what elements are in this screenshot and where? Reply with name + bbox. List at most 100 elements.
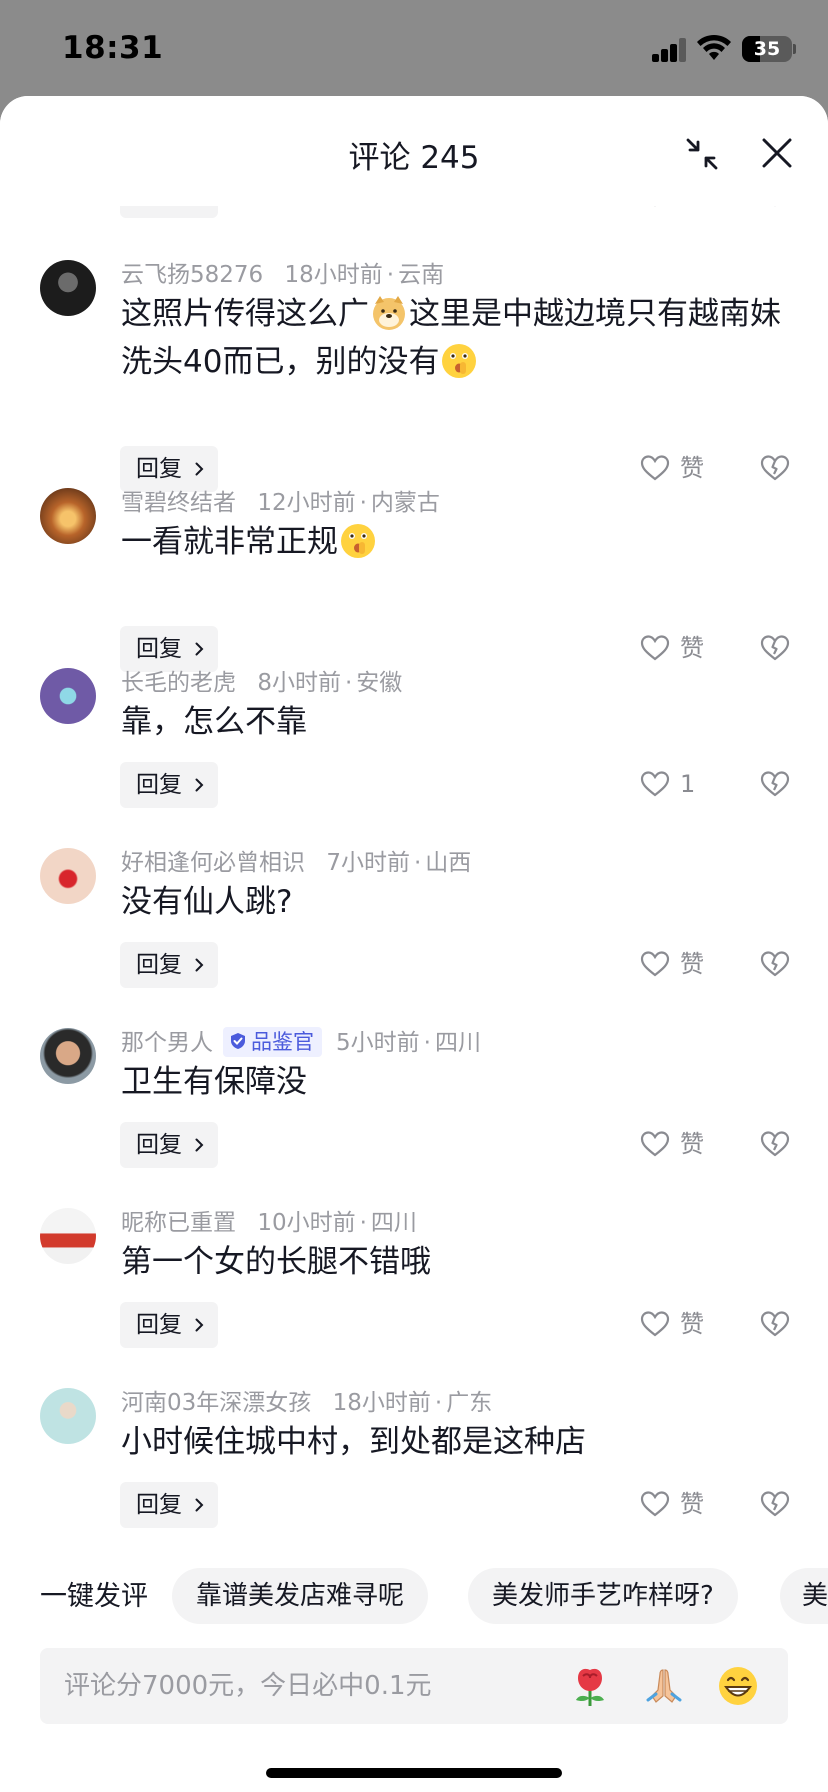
heart-icon	[640, 455, 670, 481]
comment-meta: 河南03年深漂女孩 18小时前 · 广东	[121, 1390, 493, 1416]
broken-heart-icon[interactable]	[760, 1490, 790, 1518]
broken-heart-icon[interactable]	[760, 634, 790, 662]
like-count: 赞	[680, 1130, 704, 1158]
heart-icon	[640, 1311, 670, 1337]
comment-input[interactable]: 评论分7000元，今日必中0.1元	[40, 1648, 788, 1724]
broken-heart-icon[interactable]	[760, 1310, 790, 1338]
username[interactable]: 雪碧终结者	[121, 490, 236, 516]
like-count: 1	[680, 770, 696, 798]
comment-text: 靠，怎么不靠	[121, 704, 307, 740]
home-indicator[interactable]	[266, 1768, 562, 1778]
comment-meta: 昵称已重置 10小时前 · 四川	[121, 1210, 417, 1236]
comment-time: 7小时前	[326, 850, 410, 876]
heart-icon	[640, 771, 670, 797]
sheet-header: 评论 245	[0, 96, 828, 206]
verified-badge: 品鉴官	[223, 1026, 322, 1057]
comment-meta: 雪碧终结者 12小时前 · 内蒙古	[121, 490, 440, 516]
username[interactable]: 长毛的老虎	[121, 670, 236, 696]
comment-region: 内蒙古	[370, 490, 440, 516]
avatar[interactable]	[40, 848, 96, 904]
chevron-right-icon	[195, 1318, 204, 1332]
username[interactable]: 好相逢何必曾相识	[121, 850, 305, 876]
heart-icon	[640, 635, 670, 661]
comment-time: 18小时前	[332, 1390, 431, 1416]
avatar[interactable]	[40, 668, 96, 724]
quick-comment-chip[interactable]: 美	[780, 1568, 828, 1624]
quick-comment-row: 一键发评 靠谱美发店难寻呢 美发师手艺咋样呀? 美	[0, 1568, 828, 1626]
like-button[interactable]: 赞	[640, 1124, 720, 1164]
reply-label: 回复	[136, 1492, 182, 1518]
username[interactable]: 河南03年深漂女孩	[121, 1390, 311, 1416]
chevron-right-icon	[195, 462, 204, 476]
comment-text: 小时候住城中村，到处都是这种店	[121, 1424, 586, 1460]
quick-comment-label: 一键发评	[40, 1581, 148, 1612]
comment-region: 广东	[446, 1390, 493, 1416]
comment-meta: 长毛的老虎 8小时前 · 安徽	[121, 670, 403, 696]
broken-heart-icon[interactable]	[760, 770, 790, 798]
like-button[interactable]: 1	[640, 764, 720, 804]
battery-level: 35	[753, 38, 781, 60]
like-count: 赞	[680, 1310, 704, 1338]
reply-button[interactable]: 回复	[120, 1482, 218, 1528]
collapse-icon[interactable]	[684, 136, 720, 172]
reply-button[interactable]: 回复	[120, 762, 218, 808]
avatar[interactable]	[40, 1028, 96, 1084]
comment-time: 8小时前	[257, 670, 341, 696]
status-time: 18:31	[62, 30, 164, 66]
broken-heart-icon[interactable]	[760, 950, 790, 978]
username[interactable]: 云飞扬58276	[121, 262, 263, 288]
comment-time: 5小时前	[336, 1030, 420, 1056]
chevron-right-icon	[195, 958, 204, 972]
comment-time: 10小时前	[257, 1210, 356, 1236]
reply-button[interactable]: 回复	[120, 1302, 218, 1348]
comment-sheet: 评论 245 回复 赞 云飞扬58276 18小时前·云南 这照	[0, 96, 828, 1792]
avatar[interactable]	[40, 1208, 96, 1264]
status-bar: 18:31 35	[0, 0, 828, 96]
like-count: 赞	[680, 950, 704, 978]
comment-region: 山西	[425, 850, 472, 876]
like-button[interactable]: 赞	[640, 1304, 720, 1344]
praying-hands-icon[interactable]	[642, 1664, 686, 1708]
like-button[interactable]: 赞	[640, 944, 720, 984]
close-icon[interactable]	[758, 134, 796, 172]
heart-icon	[640, 951, 670, 977]
comment-meta: 那个男人 品鉴官 5小时前 · 四川	[121, 1026, 481, 1058]
comment-region: 四川	[370, 1210, 417, 1236]
comment-text-part: 这照片传得这么广	[121, 296, 369, 332]
username[interactable]: 昵称已重置	[121, 1210, 236, 1236]
like-button[interactable]: 赞	[640, 448, 720, 488]
avatar[interactable]	[40, 488, 96, 544]
chevron-right-icon	[195, 1138, 204, 1152]
comment-text: 第一个女的长腿不错哦	[121, 1244, 431, 1280]
avatar[interactable]	[40, 1388, 96, 1444]
comment-time: 12小时前	[257, 490, 356, 516]
rose-icon[interactable]	[568, 1664, 612, 1708]
broken-heart-icon[interactable]	[760, 1130, 790, 1158]
broken-heart-icon[interactable]	[760, 454, 790, 482]
like-count: 赞	[680, 454, 704, 482]
reply-button[interactable]: 回复	[120, 446, 218, 492]
like-button[interactable]: 赞	[640, 628, 720, 668]
shush-face-emoji-icon	[341, 523, 375, 558]
reply-label: 回复	[136, 1312, 182, 1338]
badge-label: 品鉴官	[251, 1029, 314, 1054]
battery-cap	[793, 44, 796, 54]
comment-region: 云南	[398, 262, 445, 288]
comment-text: 没有仙人跳?	[121, 884, 293, 920]
avatar[interactable]	[40, 260, 96, 316]
reply-button[interactable]: 回复	[120, 626, 218, 672]
comment-text-part: 一看就非常正规	[121, 524, 338, 560]
reply-label: 回复	[136, 772, 182, 798]
quick-comment-chip[interactable]: 靠谱美发店难寻呢	[172, 1568, 429, 1624]
chevron-right-icon	[195, 642, 204, 656]
heart-icon	[640, 1131, 670, 1157]
grinning-face-icon[interactable]	[716, 1664, 760, 1708]
doge-emoji-icon	[373, 295, 405, 330]
quick-comment-chip[interactable]: 美发师手艺咋样呀?	[468, 1568, 738, 1624]
comment-input-placeholder: 评论分7000元，今日必中0.1元	[64, 1671, 432, 1701]
username[interactable]: 那个男人	[121, 1030, 213, 1056]
comment-time: 18小时前	[284, 262, 383, 288]
like-button[interactable]: 赞	[640, 1484, 720, 1524]
reply-button[interactable]: 回复	[120, 1122, 218, 1168]
reply-button[interactable]: 回复	[120, 942, 218, 988]
